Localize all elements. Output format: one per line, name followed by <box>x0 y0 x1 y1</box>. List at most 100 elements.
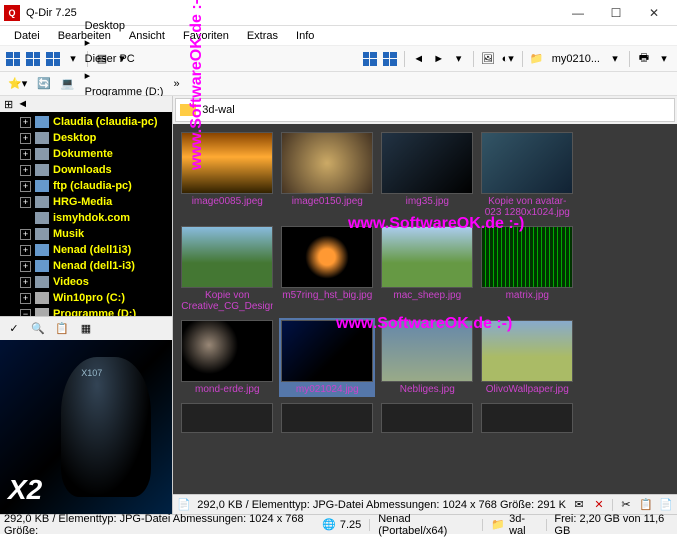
nav-dropdown-icon[interactable]: ▾ <box>450 50 468 68</box>
mail-icon[interactable]: ✉ <box>572 498 586 512</box>
computer-icon[interactable]: 💻 <box>57 75 79 92</box>
tree-item[interactable]: +Dokumente <box>0 146 172 162</box>
layout-dropdown-icon[interactable]: ▾ <box>64 50 82 68</box>
breadcrumb-separator-icon[interactable]: ▸ <box>81 67 168 84</box>
tree-expander-icon[interactable]: + <box>20 133 31 144</box>
thumbnail[interactable] <box>179 401 275 435</box>
file-dropdown-icon[interactable]: ▾ <box>606 50 624 68</box>
thumbnail[interactable]: image0150.jpeg <box>279 130 375 220</box>
folder-tree[interactable]: +Claudia (claudia-pc)+Desktop+Dokumente+… <box>0 112 172 316</box>
thumbnail[interactable] <box>279 401 375 435</box>
tree-item[interactable]: +Musik <box>0 226 172 242</box>
clipboard-icon[interactable]: 📋 <box>52 319 72 339</box>
expand-all-icon[interactable]: ⊞ <box>4 98 13 111</box>
menu-datei[interactable]: Datei <box>6 28 48 44</box>
check-icon[interactable]: ✓ <box>4 319 24 339</box>
tree-expander-icon[interactable]: + <box>20 181 31 192</box>
pc-icon <box>35 116 49 128</box>
tree-expander-icon[interactable]: − <box>20 309 31 317</box>
folder-icon <box>35 132 49 144</box>
tree-item[interactable]: + Claudia (claudia-pc) <box>0 114 172 130</box>
thumbnail[interactable]: mac_sheep.jpg <box>379 224 475 314</box>
thumbnail[interactable] <box>479 401 575 435</box>
tree-controls: ⊞ ◄ <box>0 96 172 112</box>
folder-icon <box>35 228 49 240</box>
thumbnail[interactable] <box>379 401 475 435</box>
thumbnail[interactable]: mond-erde.jpg <box>179 318 275 397</box>
folder-icon <box>180 104 196 116</box>
cut-icon[interactable]: ✂ <box>619 498 633 512</box>
favorite-icon[interactable]: ⭐▾ <box>4 75 31 92</box>
tree-item[interactable]: ismyhdok.com <box>0 210 172 226</box>
layout-3-icon[interactable] <box>44 50 62 68</box>
explorer-icon[interactable]: 📁 <box>528 50 546 68</box>
print-dropdown-icon[interactable]: ▾ <box>655 50 673 68</box>
thumbnail[interactable]: Kopie von avatar-023 1280x1024.jpg <box>479 130 575 220</box>
thumbnail[interactable]: my021024.jpg <box>279 318 375 397</box>
thumbnail[interactable]: img35.jpg <box>379 130 475 220</box>
back-icon[interactable]: ◄ <box>410 50 428 68</box>
layout-1-icon[interactable] <box>4 50 22 68</box>
tree-item[interactable]: +ftp (claudia-pc) <box>0 178 172 194</box>
selected-file-label[interactable]: my0210... <box>548 50 604 68</box>
close-button[interactable]: ✕ <box>635 0 673 26</box>
tree-expander-icon[interactable]: + <box>20 117 31 128</box>
search-icon[interactable]: 🔍 <box>28 319 48 339</box>
tree-expander-icon[interactable]: + <box>20 261 31 272</box>
pane-layout-2-icon[interactable] <box>381 50 399 68</box>
path-bar[interactable]: 3d-wal <box>175 98 675 122</box>
thumbnail[interactable]: m57ring_hst_big.jpg <box>279 224 375 314</box>
breadcrumb-separator-icon[interactable]: ▸ <box>81 34 168 51</box>
delete-icon[interactable]: ✕ <box>592 498 606 512</box>
folder-small-icon: 📁 <box>491 518 505 531</box>
tree-item[interactable]: +Win10pro (C:) <box>0 290 172 306</box>
copy-icon[interactable]: 📋 <box>639 498 653 512</box>
maximize-button[interactable]: ☐ <box>597 0 635 26</box>
tree-item[interactable]: −Programme (D:) <box>0 306 172 316</box>
minimize-button[interactable]: — <box>559 0 597 26</box>
breadcrumb-item[interactable]: Desktop <box>81 18 168 34</box>
layout-2-icon[interactable] <box>24 50 42 68</box>
pane-status-info: 292,0 KB / Elementtyp: JPG-Datei Abmessu… <box>197 499 566 511</box>
tree-expander-icon[interactable]: + <box>20 165 31 176</box>
tree-expander-icon[interactable]: + <box>20 293 31 304</box>
breadcrumb-item[interactable]: Dieser PC <box>81 51 168 67</box>
collapse-all-icon[interactable]: ◄ <box>17 98 28 110</box>
menu-extras[interactable]: Extras <box>239 28 286 44</box>
thumbnail[interactable]: OlivoWallpaper.jpg <box>479 318 575 397</box>
menu-info[interactable]: Info <box>288 28 322 44</box>
print-icon[interactable]: 🖶 <box>635 50 653 68</box>
refresh-icon[interactable]: 🔄 <box>33 75 55 92</box>
thumbnail[interactable]: matrix.jpg <box>479 224 575 314</box>
thumbnail[interactable]: Nebliges.jpg <box>379 318 475 397</box>
path-text: 3d-wal <box>202 104 234 116</box>
filter-icon[interactable]: ▦ <box>76 319 96 339</box>
forward-icon[interactable]: ► <box>430 50 448 68</box>
tree-item[interactable]: +HRG-Media <box>0 194 172 210</box>
thumbnail[interactable]: image0085.jpeg <box>179 130 275 220</box>
thumbnail[interactable]: Kopie von Creative_CG_Design_... <box>179 224 275 314</box>
thumbnail-caption: mac_sheep.jpg <box>393 290 461 301</box>
thumbnail-grid[interactable]: image0085.jpegimage0150.jpegimg35.jpgKop… <box>173 124 677 494</box>
view-options-icon[interactable]: ◐▾ <box>499 50 517 68</box>
pane-layout-icon[interactable] <box>361 50 379 68</box>
tree-expander-icon[interactable]: + <box>20 229 31 240</box>
image-icon[interactable]: 🖼 <box>479 50 497 68</box>
tree-item[interactable]: +Nenad (dell1-i3) <box>0 258 172 274</box>
status-info: 292,0 KB / Elementtyp: JPG-Datei Abmessu… <box>4 513 314 537</box>
menu-favoriten[interactable]: Favoriten <box>175 28 237 44</box>
breadcrumb-expand-icon[interactable]: » <box>169 76 183 92</box>
tree-expander-icon[interactable]: + <box>20 277 31 288</box>
tree-expander-icon[interactable]: + <box>20 245 31 256</box>
thumbnail-image <box>181 226 273 288</box>
thumbnail-image <box>481 320 573 382</box>
tree-item[interactable]: +Nenad (dell1i3) <box>0 242 172 258</box>
tree-item[interactable]: +Desktop <box>0 130 172 146</box>
paste-icon[interactable]: 📄 <box>659 498 673 512</box>
tree-item[interactable]: +Downloads <box>0 162 172 178</box>
tree-expander-icon[interactable]: + <box>20 149 31 160</box>
folder-icon <box>35 276 49 288</box>
tree-expander-icon[interactable]: + <box>20 197 31 208</box>
tree-item[interactable]: +Videos <box>0 274 172 290</box>
tree-item-label: Claudia (claudia-pc) <box>53 116 158 128</box>
